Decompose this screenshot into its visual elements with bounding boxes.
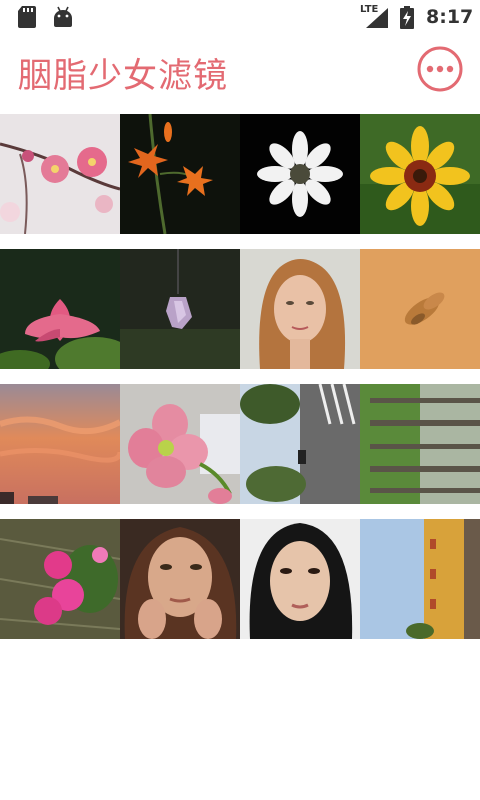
photo-woman-portrait-red-hair[interactable]	[240, 249, 360, 369]
photo-pink-lotus[interactable]	[0, 249, 120, 369]
photo-tree-lined-road[interactable]	[240, 384, 360, 504]
photo-forest-trees-rotated[interactable]	[360, 384, 480, 504]
android-icon	[54, 6, 72, 27]
photo-row	[0, 249, 480, 369]
photo-palace-building-rotated[interactable]	[360, 519, 480, 639]
photo-plum-blossom[interactable]	[0, 114, 120, 234]
photo-dark-hair-woman-portrait[interactable]	[240, 519, 360, 639]
photo-row	[0, 114, 480, 234]
signal-icon	[366, 8, 388, 28]
photo-crystal-pendant[interactable]	[120, 249, 240, 369]
clock-time: 8:17	[426, 6, 474, 28]
photo-freckled-woman-portrait[interactable]	[120, 519, 240, 639]
app-title: 胭脂少女滤镜	[18, 56, 228, 96]
more-options-icon[interactable]	[417, 46, 463, 92]
photo-yellow-sunflower[interactable]	[360, 114, 480, 234]
photo-tiger-lily[interactable]	[120, 114, 240, 234]
photo-white-chrysanthemum[interactable]	[240, 114, 360, 234]
photo-row	[0, 519, 480, 639]
photo-row	[0, 384, 480, 504]
photo-sunset-clouds[interactable]	[0, 384, 120, 504]
status-bar: LTE 8:17	[0, 0, 480, 36]
photo-pink-flower-closeup[interactable]	[120, 384, 240, 504]
app-bar: 胭脂少女滤镜	[0, 36, 480, 106]
battery-charging-icon	[400, 6, 414, 29]
sd-card-icon	[18, 6, 36, 28]
photo-moth-on-sand[interactable]	[360, 249, 480, 369]
photo-pink-geraniums[interactable]	[0, 519, 120, 639]
